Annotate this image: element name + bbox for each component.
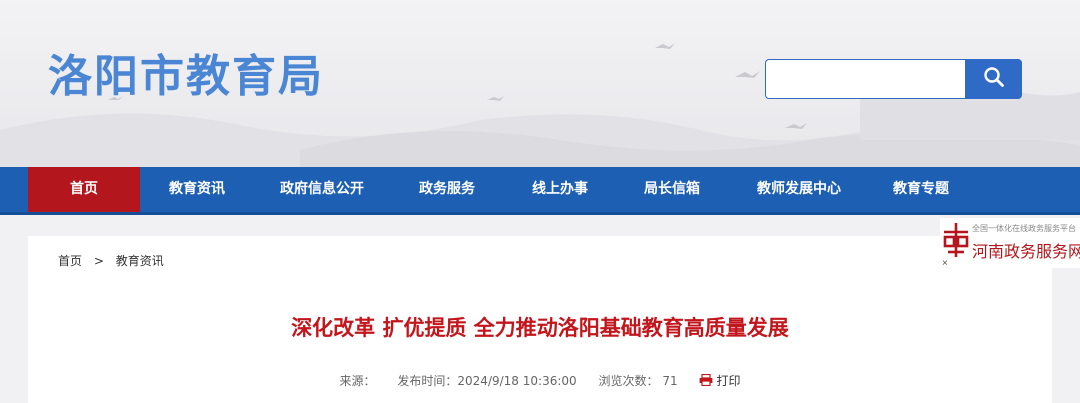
article-panel: 首页 > 教育资讯 深化改革 扩优提质 全力推动洛阳基础教育高质量发展 来源： … <box>28 236 1052 403</box>
henan-gov-service-badge[interactable]: 全国一体化在线政务服务平台 河南政务服务网 × <box>940 218 1080 269</box>
nav-item-online-services[interactable]: 线上办事 <box>505 167 615 212</box>
main-nav: 首页 教育资讯 政府信息公开 政务服务 线上办事 局长信箱 教师发展中心 教育专… <box>0 167 1080 215</box>
view-count-value: 71 <box>662 374 678 388</box>
view-count: 浏览次数： 71 <box>598 374 677 388</box>
print-button[interactable]: 打印 <box>699 373 741 388</box>
site-title[interactable]: 洛阳市教育局 <box>48 40 324 104</box>
nav-item-education-topics[interactable]: 教育专题 <box>866 167 976 212</box>
search-box <box>765 59 1022 99</box>
search-icon <box>983 66 1005 93</box>
gov-service-logo-icon <box>942 222 970 263</box>
article-title: 深化改革 扩优提质 全力推动洛阳基础教育高质量发展 <box>291 316 789 340</box>
nav-item-director-mailbox[interactable]: 局长信箱 <box>617 167 727 212</box>
nav-item-gov-services[interactable]: 政务服务 <box>392 167 502 212</box>
publish-time-label: 发布时间： <box>397 374 458 388</box>
publish-time-value: 2024/9/18 10:36:00 <box>457 374 577 388</box>
nav-item-education-news[interactable]: 教育资讯 <box>141 167 253 212</box>
publish-time: 发布时间：2024/9/18 10:36:00 <box>397 374 576 388</box>
search-button[interactable] <box>965 59 1022 99</box>
nav-item-gov-info[interactable]: 政府信息公开 <box>258 167 386 212</box>
badge-name: 河南政务服务网 <box>972 242 1080 261</box>
breadcrumb-current[interactable]: 教育资讯 <box>116 254 164 268</box>
breadcrumb-home[interactable]: 首页 <box>58 254 82 268</box>
breadcrumb: 首页 > 教育资讯 <box>58 252 172 269</box>
nav-item-home[interactable]: 首页 <box>28 167 140 212</box>
nav-item-teacher-center[interactable]: 教师发展中心 <box>735 167 863 212</box>
article-meta: 来源： 发布时间：2024/9/18 10:36:00 浏览次数： 71 打印 <box>28 372 1052 389</box>
view-count-label: 浏览次数： <box>598 374 659 388</box>
breadcrumb-separator: > <box>93 254 104 268</box>
print-label: 打印 <box>716 374 741 388</box>
printer-icon <box>699 373 713 388</box>
search-input[interactable] <box>765 59 965 99</box>
badge-tagline: 全国一体化在线政务服务平台 <box>972 224 1076 233</box>
source-label: 来源： <box>339 374 376 388</box>
close-icon[interactable]: × <box>942 258 948 269</box>
site-header: 洛阳市教育局 <box>0 0 1080 167</box>
